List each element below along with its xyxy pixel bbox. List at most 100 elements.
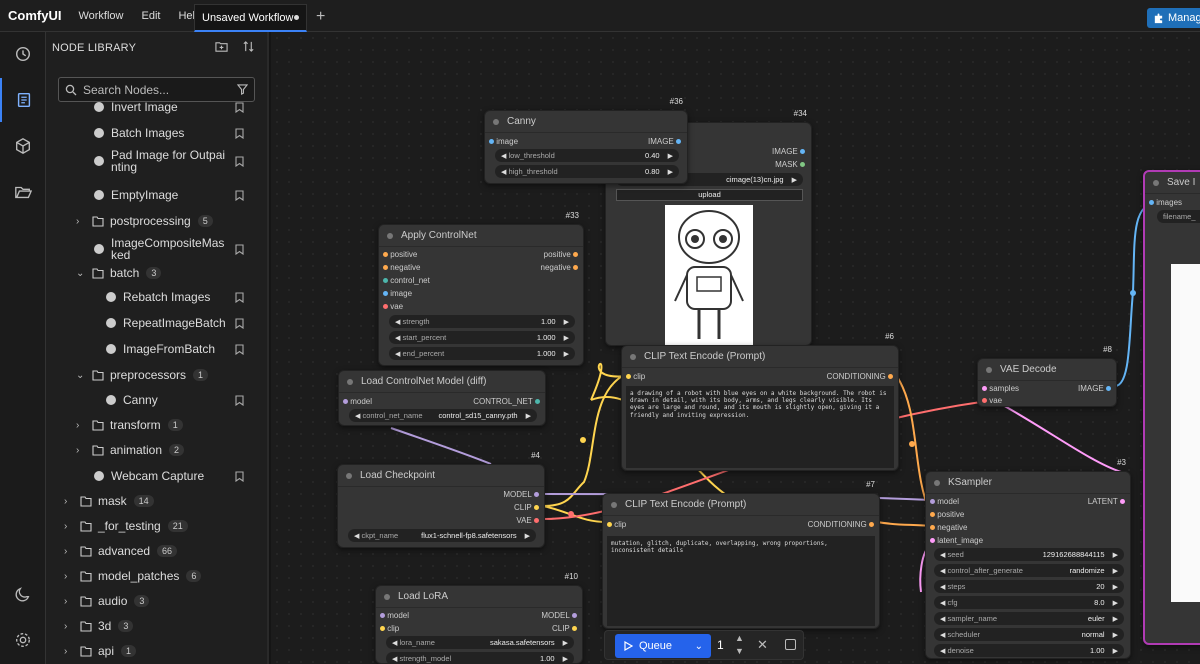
folder-mask[interactable]: › mask 14 (46, 490, 267, 512)
slot-out-clip[interactable]: CLIP (552, 624, 577, 633)
node-clip-text-encode-negative[interactable]: #7 CLIP Text Encode (Prompt) clip CONDIT… (602, 480, 880, 629)
slot-out-image[interactable]: IMAGE (1078, 384, 1111, 393)
slot-in-negative[interactable]: negative (930, 523, 967, 532)
slot-in-images[interactable]: images (1149, 198, 1182, 207)
slot-out-vae[interactable]: VAE (516, 516, 539, 525)
chevron-right-icon[interactable]: › (64, 571, 76, 582)
folder-audio[interactable]: › audio 3 (46, 590, 267, 612)
folder-3d[interactable]: › 3d 3 (46, 615, 267, 637)
node-item[interactable]: EmptyImage (46, 184, 267, 206)
widget-high-threshold[interactable]: ◀ high_threshold 0.80 ▶ (495, 165, 679, 178)
slot-out-positive[interactable]: positive (544, 250, 578, 259)
widget-low-threshold[interactable]: ◀ low_threshold 0.40 ▶ (495, 149, 679, 162)
chevron-right-icon[interactable]: › (64, 596, 76, 607)
widget-scheduler[interactable]: ◀ scheduler normal ▶ (934, 628, 1124, 641)
manager-button[interactable]: Manag (1147, 8, 1200, 28)
node-save-image[interactable]: Save I images filename_ (1143, 170, 1200, 645)
folder-advanced[interactable]: › advanced 66 (46, 540, 267, 562)
tab-unsaved-workflow[interactable]: Unsaved Workflow (194, 4, 307, 32)
slot-in-clip[interactable]: clip (626, 372, 645, 381)
add-tab-icon[interactable]: + (316, 8, 325, 26)
slot-out-mask[interactable]: MASK (775, 160, 805, 169)
cancel-icon[interactable]: ✕ (757, 637, 768, 653)
node-item[interactable]: Webcam Capture (46, 465, 267, 487)
slot-in-samples[interactable]: samples (982, 384, 1019, 393)
node-library-button[interactable] (0, 78, 46, 122)
slot-out-latent[interactable]: LATENT (1088, 497, 1125, 506)
bookmark-icon[interactable] (235, 394, 244, 406)
batch-count[interactable]: 1 (717, 638, 724, 652)
chevron-right-icon[interactable]: › (64, 546, 76, 557)
menu-workflow[interactable]: Workflow (69, 10, 132, 22)
slot-out-negative[interactable]: negative (541, 263, 578, 272)
chevron-down-icon[interactable]: ⌄ (695, 641, 703, 652)
widget-ckpt-name[interactable]: ◀ ckpt_name flux1-schnell-fp8.safetensors… (348, 529, 536, 542)
bookmark-icon[interactable] (235, 343, 244, 355)
node-item[interactable]: Canny (46, 389, 267, 411)
node-vae-decode[interactable]: #8 VAE Decode samples vae IMAGE (977, 345, 1117, 407)
chevron-right-icon[interactable]: › (64, 621, 76, 632)
theme-toggle-button[interactable] (0, 572, 46, 616)
new-folder-icon[interactable] (215, 40, 228, 53)
chevron-down-icon[interactable]: ⌄ (76, 268, 88, 279)
bookmark-icon[interactable] (235, 291, 244, 303)
stop-icon[interactable] (785, 639, 796, 650)
node-item[interactable]: ImageCompositeMasked (46, 236, 267, 262)
folder-postprocessing[interactable]: › postprocessing 5 (46, 210, 267, 232)
widget-control-after-generate[interactable]: ◀ control_after_generate randomize ▶ (934, 564, 1124, 577)
slot-in-image[interactable]: image (489, 137, 518, 146)
slot-out-control-net[interactable]: CONTROL_NET (473, 397, 540, 406)
slot-out-image[interactable]: IMAGE (772, 147, 805, 156)
bookmark-icon[interactable] (235, 317, 244, 329)
widget-start-percent[interactable]: ◀ start_percent 1.000 ▶ (389, 331, 575, 344)
node-ksampler[interactable]: #3 KSampler model positive negative late… (925, 458, 1131, 659)
slot-in-model[interactable]: model (930, 497, 959, 506)
slot-out-image[interactable]: IMAGE (648, 137, 681, 146)
slot-in-latent-image[interactable]: latent_image (930, 536, 983, 545)
widget-end-percent[interactable]: ◀ end_percent 1.000 ▶ (389, 347, 575, 360)
workflows-button[interactable] (0, 170, 46, 214)
upload-button[interactable]: upload (616, 189, 803, 201)
folder-model-patches[interactable]: › model_patches 6 (46, 565, 267, 587)
folder-transform[interactable]: › transform 1 (46, 414, 267, 436)
chevron-right-icon[interactable]: › (64, 496, 76, 507)
slot-in-negative[interactable]: negative (383, 263, 420, 272)
bookmark-icon[interactable] (235, 101, 244, 113)
chevron-right-icon[interactable]: › (64, 646, 76, 657)
node-apply-controlnet[interactable]: #33 Apply ControlNet positive negative c… (378, 211, 584, 366)
menu-edit[interactable]: Edit (132, 10, 169, 22)
node-item[interactable]: Pad Image for Outpainting (46, 148, 267, 174)
node-load-controlnet[interactable]: Load ControlNet Model (diff) model CONTR… (338, 370, 546, 426)
slot-in-clip[interactable]: clip (607, 520, 626, 529)
folder-api[interactable]: › api 1 (46, 640, 267, 662)
queue-button[interactable]: Queue ⌄ (615, 634, 711, 658)
node-load-lora[interactable]: #10 Load LoRA model clip MODEL CLIP ◀ lo… (375, 572, 583, 664)
unsaved-dot-icon[interactable] (294, 15, 299, 20)
chevron-down-icon[interactable]: ⌄ (76, 370, 88, 381)
node-load-checkpoint[interactable]: #4 Load Checkpoint MODEL CLIP VAE ◀ ckpt… (337, 451, 545, 548)
bookmark-icon[interactable] (235, 127, 244, 139)
folder-animation[interactable]: › animation 2 (46, 439, 267, 461)
widget-lora-name[interactable]: ◀ lora_name sakasa.safetensors ▶ (386, 636, 574, 649)
node-item[interactable]: ImageFromBatch (46, 338, 267, 360)
widget-denoise[interactable]: ◀ denoise 1.00 ▶ (934, 644, 1124, 657)
slot-in-positive[interactable]: positive (930, 510, 964, 519)
slot-in-positive[interactable]: positive (383, 250, 417, 259)
folder-preprocessors[interactable]: ⌄ preprocessors 1 (46, 364, 267, 386)
widget-filename-prefix[interactable]: filename_ (1157, 210, 1200, 223)
widget-sampler-name[interactable]: ◀ sampler_name euler ▶ (934, 612, 1124, 625)
widget-steps[interactable]: ◀ steps 20 ▶ (934, 580, 1124, 593)
node-canny[interactable]: #36 Canny image IMAGE ◀ low_threshold 0.4… (484, 97, 688, 184)
graph-canvas[interactable]: #34 IMAGE MASK cimage(13)cn.jpg ▶ upload … (271, 32, 1200, 664)
chevron-right-icon[interactable]: › (64, 521, 76, 532)
slot-in-clip[interactable]: clip (380, 624, 399, 633)
slot-in-model[interactable]: model (380, 611, 409, 620)
node-clip-text-encode-positive[interactable]: #6 CLIP Text Encode (Prompt) clip CONDIT… (621, 332, 899, 471)
widget-seed[interactable]: ◀ seed 129162688844115 ▶ (934, 548, 1124, 561)
widget-control-net-name[interactable]: ◀ control_net_name control_sd15_canny.pth… (349, 409, 537, 422)
widget-strength[interactable]: ◀ strength 1.00 ▶ (389, 315, 575, 328)
folder--for-testing[interactable]: › _for_testing 21 (46, 515, 267, 537)
widget-strength-model[interactable]: ◀ strength_model 1.00 ▶ (386, 652, 574, 664)
model-library-button[interactable] (0, 124, 46, 168)
slot-out-clip[interactable]: CLIP (514, 503, 539, 512)
